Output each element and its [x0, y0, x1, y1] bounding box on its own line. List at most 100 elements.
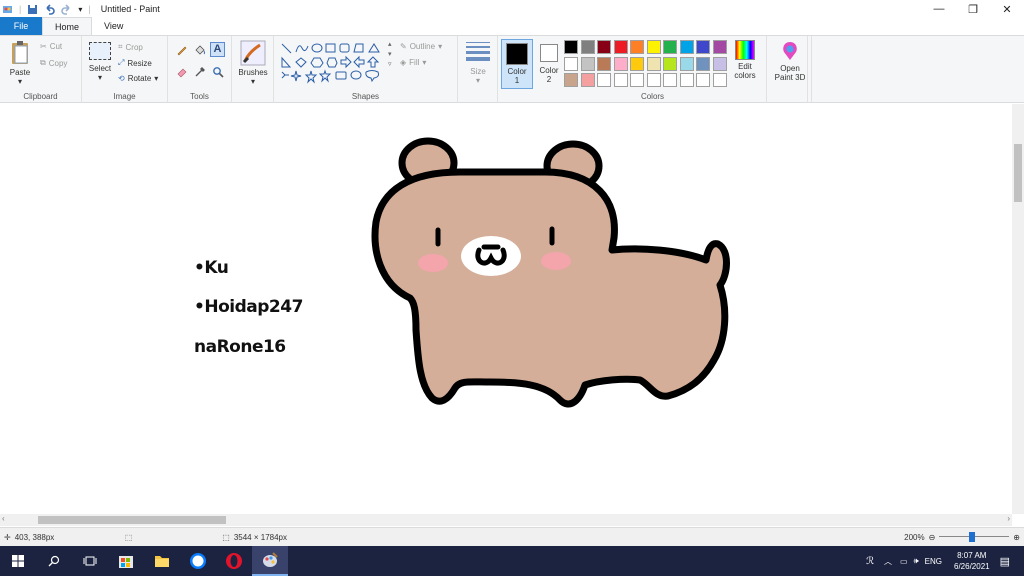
pencil-icon[interactable]	[176, 44, 188, 56]
palette-swatch[interactable]	[646, 56, 661, 71]
text-tool-icon[interactable]: A	[210, 42, 225, 57]
shapes-scroll[interactable]: ▴ ▾ ▿	[388, 40, 392, 70]
notifications-icon[interactable]: ▤	[1000, 555, 1010, 568]
tab-view[interactable]: View	[92, 17, 135, 35]
scroll-right-icon[interactable]: ›	[1007, 514, 1010, 523]
palette-swatch[interactable]	[564, 73, 578, 87]
language-indicator[interactable]: ENG	[925, 557, 942, 566]
palette-swatch[interactable]	[663, 56, 677, 71]
palette-swatch[interactable]	[613, 56, 628, 71]
restore-button[interactable]: ❐	[956, 0, 990, 18]
search-button[interactable]	[36, 546, 72, 576]
palette-swatch[interactable]	[679, 56, 694, 71]
customize-qa-icon[interactable]: ▾	[78, 5, 82, 14]
close-button[interactable]: ✕	[990, 0, 1024, 18]
palette-swatch[interactable]	[580, 73, 595, 87]
zoom-in-icon[interactable]: ⊕	[1013, 533, 1020, 542]
battery-icon[interactable]: ▭	[900, 557, 908, 566]
fill-label: Fill	[409, 58, 420, 67]
resize-button[interactable]: ⤢ Resize	[118, 58, 152, 68]
brushes-button[interactable]: Brushes ▾	[236, 40, 270, 86]
minimize-button[interactable]: —	[922, 0, 956, 18]
zoom-out-icon[interactable]: ⊖	[929, 533, 936, 542]
palette-swatch[interactable]	[696, 40, 710, 54]
zoom-slider-thumb[interactable]	[969, 532, 976, 542]
palette-swatch[interactable]	[580, 56, 595, 71]
palette-swatch[interactable]	[630, 40, 644, 54]
fill-button[interactable]: ◈ Fill ▾	[400, 58, 426, 67]
palette-swatch[interactable]	[696, 73, 710, 87]
fill-bucket-icon[interactable]	[194, 44, 206, 56]
cut-button[interactable]: ✂ Cut	[40, 42, 62, 51]
tray-expand-icon[interactable]: ︿	[884, 556, 892, 567]
color-palette	[564, 40, 734, 90]
horizontal-scrollbar[interactable]: ‹ ›	[0, 514, 1012, 526]
taskbar-opera[interactable]	[216, 546, 252, 576]
eraser-icon[interactable]	[176, 66, 188, 78]
open-paint3d-button[interactable]: Open Paint 3D	[769, 40, 811, 82]
crop-button[interactable]: ⌗ Crop	[118, 42, 143, 52]
taskbar-paint[interactable]	[252, 546, 288, 576]
colors-group: Edit colors Colors	[498, 36, 808, 103]
palette-swatch[interactable]	[712, 56, 727, 71]
palette-swatch[interactable]	[696, 56, 710, 71]
rotate-label: Rotate	[127, 74, 152, 83]
palette-swatch[interactable]	[646, 73, 661, 87]
colors-group-label: Colors	[640, 92, 665, 101]
palette-swatch[interactable]	[564, 56, 578, 71]
palette-swatch[interactable]	[613, 73, 628, 87]
horizontal-scroll-thumb[interactable]	[38, 516, 226, 524]
copy-icon: ⧉	[40, 58, 46, 67]
outline-button[interactable]: ✎ Outline ▾	[400, 42, 442, 51]
undo-icon[interactable]	[44, 3, 56, 15]
palette-swatch[interactable]	[679, 40, 694, 54]
clock[interactable]: 8:07 AM 6/26/2021	[954, 550, 990, 572]
rotate-button[interactable]: ⟲ Rotate ▾	[118, 74, 158, 83]
palette-swatch[interactable]	[712, 40, 727, 54]
copy-button[interactable]: ⧉ Copy	[40, 58, 67, 68]
tab-home[interactable]: Home	[42, 17, 93, 35]
palette-swatch[interactable]	[580, 40, 595, 54]
select-button[interactable]: Select ▾	[86, 42, 114, 82]
palette-swatch[interactable]	[597, 40, 611, 54]
taskbar-app-store[interactable]	[108, 546, 144, 576]
palette-swatch[interactable]	[663, 40, 677, 54]
save-icon[interactable]	[27, 4, 38, 15]
scroll-left-icon[interactable]: ‹	[2, 514, 5, 523]
palette-swatch[interactable]	[613, 40, 628, 54]
palette-swatch[interactable]	[663, 73, 677, 87]
edit-colors-button[interactable]: Edit colors	[730, 40, 760, 80]
start-button[interactable]	[0, 546, 36, 576]
tab-file[interactable]: File	[0, 17, 42, 35]
people-icon[interactable]: ℛ	[866, 556, 874, 567]
palette-swatch[interactable]	[597, 73, 611, 87]
shapes-gallery[interactable]	[280, 42, 388, 86]
paste-button[interactable]: Paste ▾	[6, 40, 34, 86]
brushes-label: Brushes	[238, 68, 268, 77]
drawing-canvas[interactable]: •Ku •Hoidap247 naRone16	[0, 104, 1012, 514]
taskbar-file-explorer[interactable]	[144, 546, 180, 576]
palette-swatch[interactable]	[712, 73, 727, 87]
size-button[interactable]: Size ▾	[462, 42, 494, 85]
palette-swatch[interactable]	[597, 56, 611, 71]
select-dropdown-icon[interactable]: ▾	[86, 73, 114, 82]
vertical-scroll-thumb[interactable]	[1014, 144, 1022, 202]
color-picker-icon[interactable]	[194, 66, 206, 78]
zoom-slider[interactable]	[939, 532, 1010, 542]
paste-dropdown-icon[interactable]: ▾	[6, 77, 34, 86]
magnifier-icon[interactable]	[212, 66, 224, 78]
redo-icon[interactable]	[61, 3, 72, 15]
task-view-button[interactable]	[72, 546, 108, 576]
palette-swatch[interactable]	[679, 73, 694, 87]
taskbar-zalo[interactable]	[180, 546, 216, 576]
palette-swatch[interactable]	[564, 40, 578, 54]
ribbon-tabs: File Home View	[0, 17, 1024, 35]
taskbar: ℛ ︿ ▭ 🕪 ENG 8:07 AM 6/26/2021 ▤	[0, 546, 1024, 576]
brushes-dropdown-icon[interactable]: ▾	[236, 77, 270, 86]
palette-swatch[interactable]	[630, 73, 644, 87]
resize-label: Resize	[127, 58, 152, 68]
palette-swatch[interactable]	[630, 56, 644, 71]
volume-icon[interactable]: 🕪	[914, 556, 919, 566]
palette-swatch[interactable]	[646, 40, 661, 54]
vertical-scrollbar[interactable]	[1012, 104, 1024, 514]
